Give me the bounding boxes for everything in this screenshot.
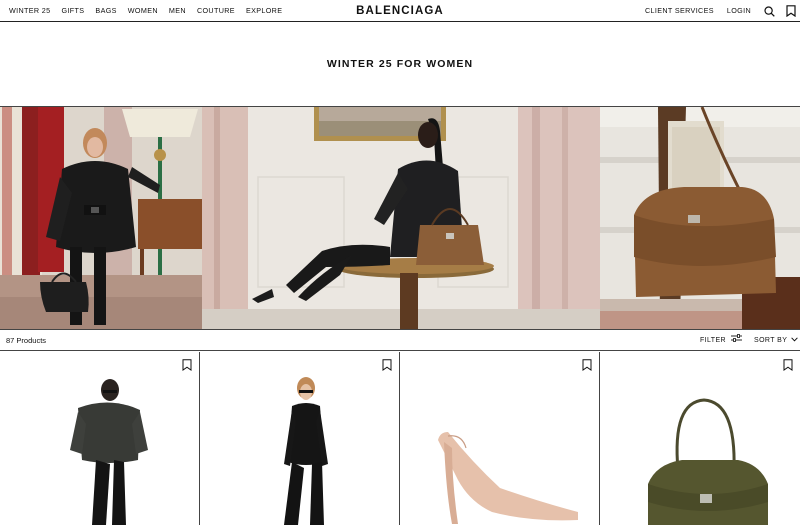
- bookmark-icon[interactable]: [785, 5, 797, 17]
- page-title: WINTER 25 FOR WOMEN: [326, 58, 474, 70]
- bookmark-icon[interactable]: [582, 358, 592, 371]
- product-card[interactable]: [600, 352, 800, 525]
- sliders-icon: [731, 331, 742, 351]
- sort-label: SORT BY: [754, 337, 788, 344]
- nav-link-couture[interactable]: COUTURE: [197, 0, 235, 22]
- filter-button[interactable]: FILTER: [700, 331, 742, 351]
- bookmark-icon[interactable]: [182, 358, 192, 371]
- hero-banner: [0, 106, 800, 330]
- nav-link-women[interactable]: WOMEN: [128, 0, 158, 22]
- client-services-link[interactable]: CLIENT SERVICES: [645, 0, 714, 22]
- bookmark-icon[interactable]: [783, 358, 793, 371]
- hero-image-puffer[interactable]: [0, 107, 202, 329]
- product-image-puffer[interactable]: [0, 352, 200, 525]
- utility-menu: CLIENT SERVICES LOGIN: [645, 0, 800, 22]
- product-card[interactable]: [0, 352, 200, 525]
- product-grid: [0, 352, 800, 525]
- product-image-handbag[interactable]: [600, 352, 800, 525]
- product-count: 87 Products: [6, 336, 47, 345]
- bookmark-icon[interactable]: [382, 358, 392, 371]
- nav-link-bags[interactable]: BAGS: [95, 0, 116, 22]
- nav-link-winter-25[interactable]: WINTER 25: [9, 0, 51, 22]
- top-navigation: WINTER 25 GIFTS BAGS WOMEN MEN COUTURE E…: [0, 0, 800, 22]
- filter-label: FILTER: [700, 337, 726, 344]
- chevron-down-icon: [791, 331, 799, 351]
- nav-link-men[interactable]: MEN: [169, 0, 186, 22]
- login-link[interactable]: LOGIN: [727, 0, 751, 22]
- product-card[interactable]: [200, 352, 400, 525]
- brand-logo[interactable]: BALENCIAGA: [356, 5, 444, 17]
- product-card[interactable]: [400, 352, 600, 525]
- product-image-pumps[interactable]: [400, 352, 600, 525]
- search-icon[interactable]: [763, 5, 775, 17]
- listing-toolbar: 87 Products FILTER SORT BY: [0, 331, 800, 351]
- main-menu: WINTER 25 GIFTS BAGS WOMEN MEN COUTURE E…: [9, 0, 293, 22]
- sort-button[interactable]: SORT BY: [754, 331, 799, 351]
- product-image-knit[interactable]: [200, 352, 400, 525]
- hero-image-leather[interactable]: [202, 107, 600, 329]
- nav-link-gifts[interactable]: GIFTS: [62, 0, 85, 22]
- hero-image-suede-bag[interactable]: [600, 107, 800, 329]
- nav-link-explore[interactable]: EXPLORE: [246, 0, 282, 22]
